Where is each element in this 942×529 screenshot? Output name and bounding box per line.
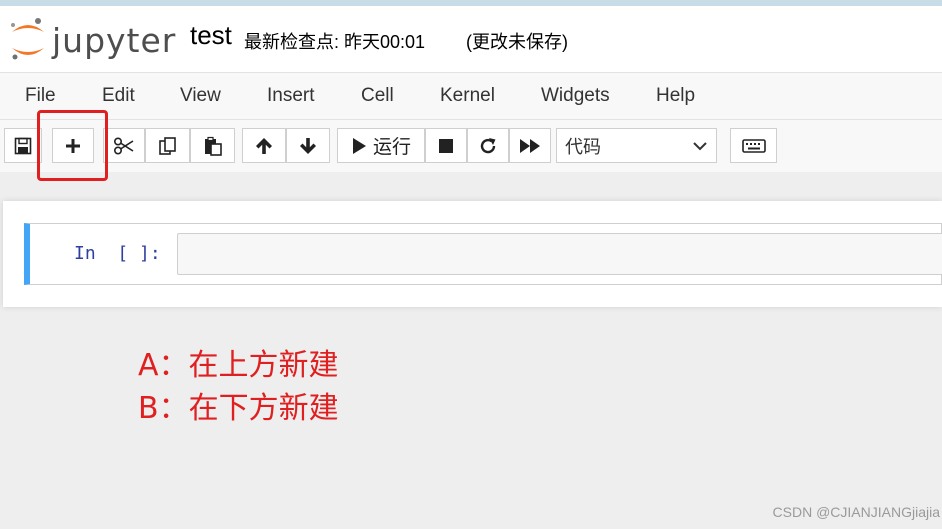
notebook-container: In [ ]: bbox=[3, 201, 942, 307]
menubar: File Edit View Insert Cell Kernel Widget… bbox=[0, 72, 942, 120]
menu-cell[interactable]: Cell bbox=[361, 85, 394, 107]
cut-button[interactable] bbox=[103, 128, 145, 163]
cell-type-selected: 代码 bbox=[565, 136, 601, 157]
arrow-down-icon bbox=[300, 137, 316, 154]
toolbar: 运行 代码 bbox=[0, 120, 942, 172]
annotation-line-b: B：在下方新建 bbox=[138, 391, 339, 426]
annotation-line-a: A：在上方新建 bbox=[138, 348, 339, 383]
paste-button[interactable] bbox=[190, 128, 235, 163]
notebook-name[interactable]: test bbox=[190, 20, 232, 51]
scissors-icon bbox=[113, 136, 134, 155]
cell-input[interactable] bbox=[177, 233, 942, 275]
paste-icon bbox=[204, 136, 222, 156]
menu-insert[interactable]: Insert bbox=[267, 85, 315, 107]
chevron-down-icon bbox=[693, 142, 707, 151]
jupyter-logo[interactable]: jupyter bbox=[8, 16, 175, 62]
menu-view[interactable]: View bbox=[180, 85, 221, 107]
cell-prompt: In [ ]: bbox=[74, 243, 161, 264]
move-cell-up-button[interactable] bbox=[242, 128, 286, 163]
move-cell-down-button[interactable] bbox=[286, 128, 330, 163]
highlight-box bbox=[37, 110, 108, 181]
arrow-up-icon bbox=[256, 137, 272, 154]
keyboard-icon bbox=[741, 138, 766, 153]
menu-widgets[interactable]: Widgets bbox=[541, 85, 610, 107]
restart-icon bbox=[480, 137, 496, 153]
fast-forward-icon bbox=[520, 138, 540, 153]
restart-kernel-button[interactable] bbox=[467, 128, 509, 163]
autosave-status: (更改未保存) bbox=[466, 32, 568, 52]
copy-button[interactable] bbox=[145, 128, 190, 163]
jupyter-logo-icon bbox=[11, 18, 44, 60]
menu-kernel[interactable]: Kernel bbox=[440, 85, 495, 107]
run-button[interactable]: 运行 bbox=[337, 128, 425, 163]
command-palette-button[interactable] bbox=[730, 128, 777, 163]
menu-edit[interactable]: Edit bbox=[102, 85, 135, 107]
stop-icon bbox=[439, 138, 453, 153]
interrupt-kernel-button[interactable] bbox=[425, 128, 467, 163]
menu-help[interactable]: Help bbox=[656, 85, 695, 107]
play-icon bbox=[352, 137, 366, 154]
run-button-label: 运行 bbox=[372, 137, 411, 158]
checkpoint-status: 最新检查点: 昨天00:01 bbox=[244, 32, 426, 52]
cell-type-select[interactable]: 代码 bbox=[556, 128, 717, 163]
copy-icon bbox=[158, 136, 176, 155]
watermark: CSDN @CJIANJIANGjiajia bbox=[772, 504, 940, 520]
logo-text: jupyter bbox=[52, 21, 177, 60]
restart-run-all-button[interactable] bbox=[509, 128, 551, 163]
save-icon bbox=[14, 137, 32, 154]
header: jupyter test 最新检查点: 昨天00:01 (更改未保存) bbox=[0, 6, 942, 72]
menu-file[interactable]: File bbox=[25, 85, 56, 107]
code-cell[interactable]: In [ ]: bbox=[24, 223, 942, 285]
